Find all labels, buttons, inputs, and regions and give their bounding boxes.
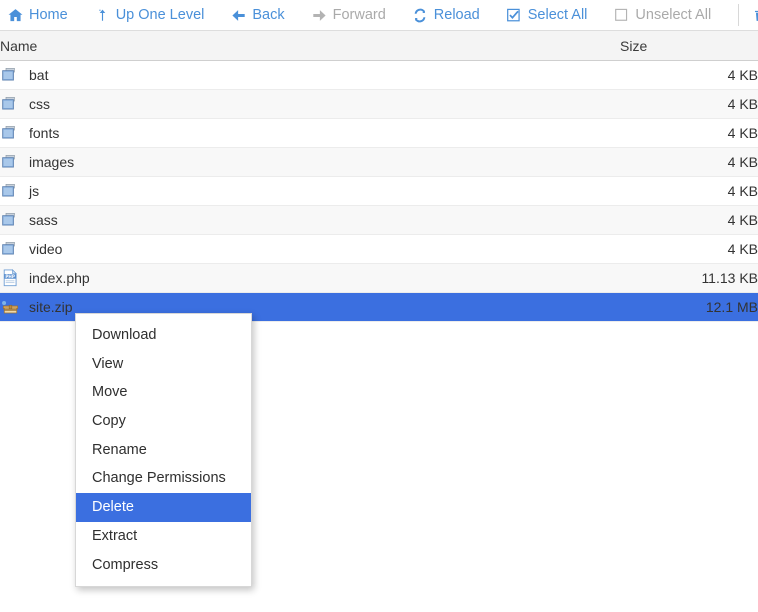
file-name-cell[interactable]: sass [0, 205, 620, 235]
context-menu-item-change-permissions[interactable]: Change Permissions [76, 464, 251, 493]
file-name-label: bat [29, 67, 49, 83]
arrow-left-icon [231, 8, 246, 23]
file-name-wrapper: sass [0, 211, 620, 229]
file-size-cell: 12.1 MB [620, 292, 758, 322]
table-row[interactable]: css 4 KB [0, 89, 758, 119]
toolbar-button-label: Forward [332, 6, 386, 23]
file-size-cell: 4 KB [620, 205, 758, 235]
folder-icon [0, 153, 20, 171]
svg-text:PHP: PHP [5, 274, 15, 279]
file-name-label: fonts [29, 125, 60, 141]
toolbar-button-label: Unselect All [635, 6, 712, 23]
refresh-icon [413, 8, 428, 23]
toolbar-button-label: Reload [433, 6, 480, 23]
file-name-wrapper: js [0, 182, 620, 200]
folder-icon [0, 95, 20, 113]
file-name-wrapper: images [0, 153, 620, 171]
file-name-cell[interactable]: css [0, 89, 620, 119]
file-size-cell: 4 KB [620, 176, 758, 206]
file-name-label: css [29, 96, 50, 112]
zip-archive-icon [0, 298, 20, 316]
file-name-label: video [29, 241, 63, 257]
toolbar-separator [738, 4, 740, 26]
folder-icon [0, 66, 20, 84]
trash-icon [753, 8, 758, 23]
file-name-cell[interactable]: PHP index.php [0, 263, 620, 293]
toolbar-button-home[interactable]: Home [8, 8, 68, 23]
toolbar-button-reload[interactable]: Reload [413, 8, 480, 23]
folder-icon [0, 240, 20, 258]
context-menu-item-move[interactable]: Move [76, 378, 251, 407]
file-size-cell: 4 KB [620, 234, 758, 264]
table-row[interactable]: fonts 4 KB [0, 118, 758, 148]
toolbar: Home Up One Level Back Forward Reload Select … [0, 0, 758, 31]
file-size-cell: 4 KB [620, 60, 758, 90]
arrow-right-icon [312, 8, 327, 23]
table-header-row: Name Size [0, 31, 758, 61]
context-menu-item-view[interactable]: View [76, 350, 251, 379]
folder-icon [0, 182, 20, 200]
file-name-cell[interactable]: video [0, 234, 620, 264]
file-size-cell: 4 KB [620, 118, 758, 148]
table-row[interactable]: sass 4 KB [0, 205, 758, 235]
home-icon [8, 8, 23, 23]
file-name-cell[interactable]: fonts [0, 118, 620, 148]
context-menu-item-copy[interactable]: Copy [76, 407, 251, 436]
file-name-wrapper: bat [0, 66, 620, 84]
file-name-label: sass [29, 212, 58, 228]
file-name-wrapper: PHP index.php [0, 269, 620, 287]
toolbar-button-back[interactable]: Back [231, 6, 285, 23]
toolbar-button-unselect-all: Unselect All [614, 8, 711, 23]
file-name-wrapper: video [0, 240, 620, 258]
file-name-cell[interactable]: js [0, 176, 620, 206]
up-arrow-icon [95, 8, 110, 23]
file-name-label: index.php [29, 270, 90, 286]
file-name-cell[interactable]: images [0, 147, 620, 177]
context-menu-item-download[interactable]: Download [76, 321, 251, 350]
table-header: Name Size [0, 31, 758, 61]
file-name-label: site.zip [29, 299, 73, 315]
toolbar-button-forward: Forward [312, 8, 386, 23]
toolbar-button-view[interactable]: View [753, 8, 758, 23]
table-row[interactable]: js 4 KB [0, 176, 758, 206]
file-size-cell: 4 KB [620, 89, 758, 119]
file-size-cell: 11.13 KB [620, 263, 758, 293]
checkbox-empty-icon [614, 8, 629, 23]
file-name-cell[interactable]: bat [0, 60, 620, 90]
table-body: bat 4 KB css 4 KB fonts 4 KB images 4 KB js 4 KB s… [0, 60, 758, 322]
table-row[interactable]: images 4 KB [0, 147, 758, 177]
column-header-name[interactable]: Name [0, 31, 620, 61]
context-menu-item-rename[interactable]: Rename [76, 436, 251, 465]
file-name-label: images [29, 154, 75, 170]
php-file-icon: PHP [0, 269, 20, 287]
folder-icon [0, 124, 20, 142]
toolbar-button-select-all[interactable]: Select All [507, 6, 588, 23]
toolbar-button-label: Back [252, 6, 285, 23]
table-row[interactable]: PHP index.php 11.13 KB [0, 263, 758, 293]
column-header-size[interactable]: Size [620, 31, 758, 61]
file-name-wrapper: fonts [0, 124, 620, 142]
table-row[interactable]: video 4 KB [0, 234, 758, 264]
toolbar-button-label: Home [29, 6, 68, 23]
context-menu-item-compress[interactable]: Compress [76, 551, 251, 580]
folder-icon [0, 211, 20, 229]
checkbox-checked-icon [507, 8, 522, 23]
file-name-label: js [29, 183, 40, 199]
file-list-table: Name Size bat 4 KB css 4 KB fonts 4 KB images 4… [0, 31, 758, 322]
toolbar-button-label: Select All [527, 6, 588, 23]
context-menu-item-extract[interactable]: Extract [76, 522, 251, 551]
toolbar-button-label: Up One Level [115, 6, 205, 23]
file-name-wrapper: css [0, 95, 620, 113]
file-size-cell: 4 KB [620, 147, 758, 177]
toolbar-button-up-one-level[interactable]: Up One Level [95, 6, 205, 23]
table-row[interactable]: bat 4 KB [0, 60, 758, 90]
context-menu-item-delete[interactable]: Delete [76, 493, 251, 522]
context-menu[interactable]: Download View Move Copy Rename Change Permiss… [75, 313, 252, 588]
